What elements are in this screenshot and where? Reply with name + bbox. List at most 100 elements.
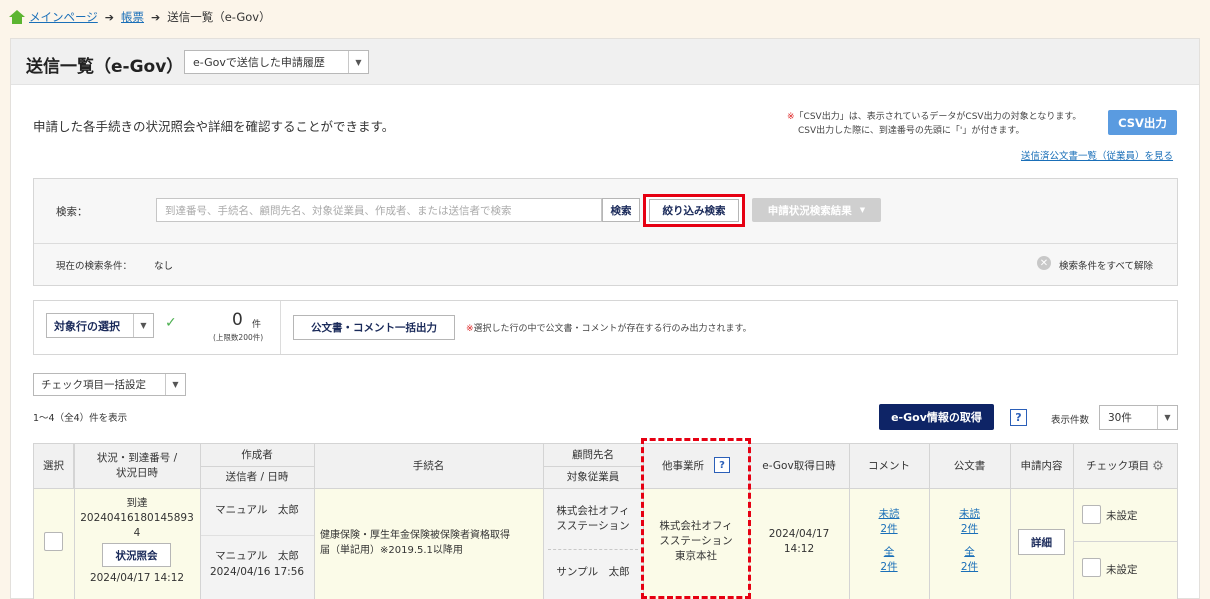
breadcrumb-current: 送信一覧（e-Gov） xyxy=(167,10,271,24)
header-status: 状況・到達番号 / 状況日時 xyxy=(74,443,200,489)
arrival-number-cont: 4 xyxy=(133,527,141,539)
note-mark: ※ xyxy=(787,112,795,122)
note-mark: ※ xyxy=(466,324,474,334)
client-name-line-1: 株式会社オフィ xyxy=(556,505,630,517)
result-range: 1～4（全4）件を表示 xyxy=(33,413,128,424)
breadcrumb-arrow-icon: ➔ xyxy=(151,10,161,24)
status-date: 2024/04/17 14:12 xyxy=(89,572,185,584)
search-condition-value: なし xyxy=(154,261,174,272)
chevron-down-icon: ▼ xyxy=(348,51,368,73)
comment-all-link[interactable]: 全 xyxy=(884,545,895,560)
check-bulk-select[interactable]: チェック項目一括設定 ▼ xyxy=(33,373,186,396)
procedure-name-line-2: 届（単記用）※2019.5.1以降用 xyxy=(320,545,463,556)
csv-note: ※「CSV出力」は、表示されているデータがCSV出力の対象となります。 CSV出… xyxy=(787,110,1081,138)
official-doc-links: 未読 2件 全 2件 xyxy=(929,506,1010,576)
row-divider xyxy=(548,549,638,550)
header-select: 選択 xyxy=(33,443,74,489)
clear-icon[interactable]: ✕ xyxy=(1037,256,1051,270)
procedure-name-line-1: 健康保険・厚生年金保険被保険者資格取得 xyxy=(320,530,510,541)
selected-count: 0 xyxy=(232,310,243,330)
header-procedure: 手続名 xyxy=(314,443,543,489)
doc-unread-link[interactable]: 未読 xyxy=(959,507,980,522)
per-page-value: 30件 xyxy=(1108,412,1132,424)
check-bulk-select-label: チェック項目一括設定 xyxy=(41,379,146,391)
chevron-down-icon: ▼ xyxy=(859,206,866,214)
bulk-note-text: 選択した行の中で公文書・コメントが存在する行のみ出力されます。 xyxy=(473,324,752,334)
divider xyxy=(34,243,1177,244)
per-page-select[interactable]: 30件 ▼ xyxy=(1099,405,1178,430)
row-divider xyxy=(1074,541,1178,542)
csv-note-line-1: 「CSV出力」は、表示されているデータがCSV出力の対象となります。 xyxy=(794,112,1082,122)
header-employee: 対象従業員 xyxy=(543,466,643,489)
sent-docs-link[interactable]: 送信済公文書一覧（従業員）を見る xyxy=(1021,148,1173,162)
search-condition-label: 現在の検索条件： xyxy=(56,261,133,272)
row-divider xyxy=(201,535,314,536)
header-official-doc: 公文書 xyxy=(929,443,1010,489)
header-sender: 送信者 / 日時 xyxy=(200,466,314,489)
egov-date: 2024/04/17 14:12 xyxy=(749,527,849,557)
egov-fetch-button[interactable]: e-Gov情報の取得 xyxy=(879,404,994,430)
detail-button[interactable]: 詳細 xyxy=(1018,529,1065,555)
csv-export-button[interactable]: CSV出力 xyxy=(1108,110,1177,135)
arrival-number: 20240416180145893 xyxy=(80,512,194,524)
header-client: 顧問先名 xyxy=(543,443,643,466)
csv-note-line-2: CSV出力した際に、到達番号の先頭に「'」が付きます。 xyxy=(798,126,1025,136)
clear-conditions-link[interactable]: 検索条件をすべて解除 xyxy=(1059,258,1153,272)
chevron-down-icon: ▼ xyxy=(165,374,185,395)
bulk-note: ※選択した行の中で公文書・コメントが存在する行のみ出力されます。 xyxy=(466,321,752,334)
creator-name: マニュアル 太郎 xyxy=(215,504,299,516)
header-comment: コメント xyxy=(849,443,929,489)
status-result-label: 申請状況検索結果 xyxy=(767,204,852,217)
divider xyxy=(280,301,281,354)
help-icon[interactable]: ? xyxy=(1010,409,1027,426)
status-result-button[interactable]: 申請状況検索結果 ▼ xyxy=(752,198,881,222)
home-icon xyxy=(9,10,25,24)
employee-name: サンプル 太郎 xyxy=(556,566,630,578)
header-status-line-2: 状況日時 xyxy=(116,467,158,479)
column-divider xyxy=(1073,443,1074,599)
breadcrumb-home-link[interactable]: メインページ xyxy=(29,9,98,25)
sender-name: マニュアル 太郎 xyxy=(215,550,299,562)
doc-all-link[interactable]: 全 xyxy=(964,545,975,560)
per-page-label: 表示件数 xyxy=(1051,415,1090,426)
chevron-down-icon: ▼ xyxy=(133,314,153,337)
check-item-checkbox[interactable] xyxy=(1082,558,1101,577)
history-select[interactable]: e-Govで送信した申請履歴 ▼ xyxy=(184,50,369,74)
check-icon: ✓ xyxy=(165,315,177,331)
header-application: 申請内容 xyxy=(1010,443,1073,489)
comment-unread-link[interactable]: 未読 xyxy=(879,507,900,522)
search-panel xyxy=(33,178,1178,286)
selected-count-unit: 件 xyxy=(252,320,262,330)
header-check-item-label: チェック項目 xyxy=(1086,459,1150,472)
check-item-status: 未設定 xyxy=(1106,564,1138,576)
comment-unread-count-link[interactable]: 2件 xyxy=(880,522,897,537)
check-item-status: 未設定 xyxy=(1106,510,1138,522)
row-select-checkbox[interactable] xyxy=(44,532,63,551)
search-input[interactable]: 到達番号、手続名、顧問先名、対象従業員、作成者、または送信者で検索 xyxy=(156,198,602,222)
status-inquiry-button[interactable]: 状況照会 xyxy=(102,543,171,567)
bulk-output-button[interactable]: 公文書・コメント一括出力 xyxy=(293,315,455,340)
narrow-search-button[interactable]: 絞り込み検索 xyxy=(649,199,739,222)
search-button[interactable]: 検索 xyxy=(602,198,640,222)
doc-unread-count-link[interactable]: 2件 xyxy=(961,522,978,537)
page-description: 申請した各手続きの状況照会や詳細を確認することができます。 xyxy=(33,119,395,134)
gear-icon[interactable]: ⚙ xyxy=(1152,459,1164,474)
client-name: 株式会社オフィ スステーション xyxy=(543,503,643,535)
comment-all-count-link[interactable]: 2件 xyxy=(880,560,897,575)
highlight-frame xyxy=(641,438,751,599)
status-text: 到達 xyxy=(126,497,148,509)
comment-links: 未読 2件 全 2件 xyxy=(849,506,929,576)
header-check-item: チェック項目 ⚙ xyxy=(1073,443,1178,489)
doc-all-count-link[interactable]: 2件 xyxy=(961,560,978,575)
sent-date: 2024/04/16 17:56 xyxy=(209,566,305,578)
breadcrumb-forms-link[interactable]: 帳票 xyxy=(121,9,144,25)
breadcrumb: メインページ ➔ 帳票 ➔ 送信一覧（e-Gov） xyxy=(9,9,271,25)
procedure-name: 健康保険・厚生年金保険被保険者資格取得 届（単記用）※2019.5.1以降用 xyxy=(320,527,540,559)
target-row-select[interactable]: 対象行の選択 ▼ xyxy=(46,313,154,338)
column-divider xyxy=(314,443,315,599)
search-label: 検索： xyxy=(56,206,88,218)
check-item-checkbox[interactable] xyxy=(1082,505,1101,524)
history-select-value: e-Govで送信した申請履歴 xyxy=(193,56,325,69)
page-title: 送信一覧（e-Gov） xyxy=(26,57,184,77)
egov-date-time: 14:12 xyxy=(783,543,815,555)
